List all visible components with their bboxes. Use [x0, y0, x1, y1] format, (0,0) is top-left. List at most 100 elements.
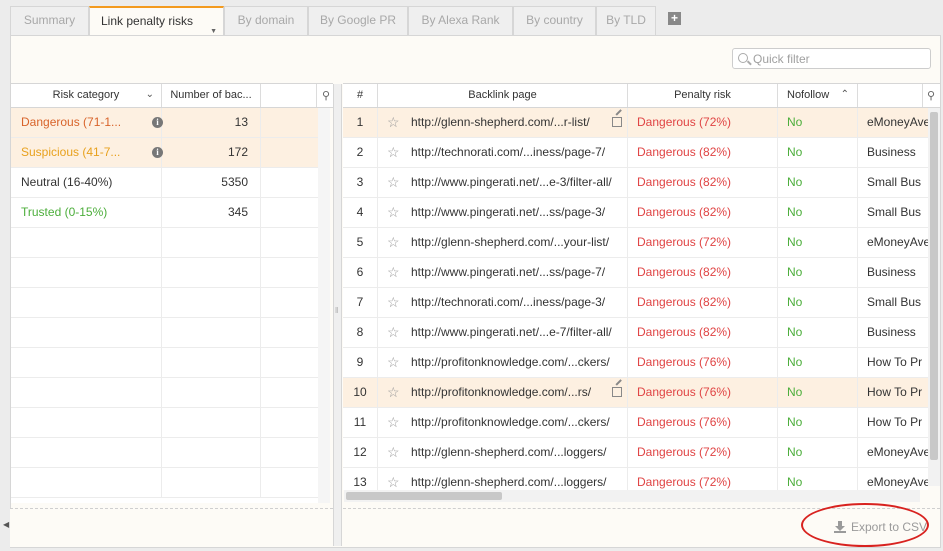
- tab-summary[interactable]: Summary: [10, 6, 89, 35]
- table-row[interactable]: Dangerous (71-1... i 13: [11, 108, 318, 138]
- backlink-url[interactable]: http://glenn-shepherd.com/...r-list/: [411, 108, 590, 137]
- table-row[interactable]: 7 ☆ http://technorati.com/...iness/page-…: [343, 288, 928, 318]
- row-number: 8: [343, 318, 378, 347]
- tab-by-domain[interactable]: By domain: [224, 6, 308, 35]
- wrench-icon[interactable]: ⚲: [927, 89, 935, 102]
- star-icon[interactable]: ☆: [387, 408, 400, 437]
- sort-ascending-icon[interactable]: ⌃: [841, 84, 849, 106]
- table-row[interactable]: 8 ☆ http://www.pingerati.net/...e-7/filt…: [343, 318, 928, 348]
- table-row[interactable]: 5 ☆ http://glenn-shepherd.com/...your-li…: [343, 228, 928, 258]
- backlink-url[interactable]: http://profitonknowledge.com/...rs/: [411, 378, 591, 407]
- backlink-url[interactable]: http://www.pingerati.net/...e-7/filter-a…: [411, 318, 612, 347]
- external-link-icon[interactable]: [612, 117, 622, 127]
- star-icon[interactable]: ☆: [387, 438, 400, 467]
- table-row[interactable]: 2 ☆ http://technorati.com/...iness/page-…: [343, 138, 928, 168]
- left-table-header: Risk category ⌄ Number of bac... ⚲: [11, 83, 333, 108]
- table-row[interactable]: Suspicious (41-7... i 172: [11, 138, 318, 168]
- backlink-url[interactable]: http://technorati.com/...iness/page-7/: [411, 138, 605, 167]
- nofollow-cell: No: [778, 168, 858, 197]
- row-number: 10: [343, 378, 378, 407]
- table-row[interactable]: 4 ☆ http://www.pingerati.net/...ss/page-…: [343, 198, 928, 228]
- quick-filter[interactable]: [732, 48, 931, 69]
- wrench-icon[interactable]: ⚲: [322, 89, 330, 102]
- column-header-empty: [261, 84, 317, 107]
- star-icon[interactable]: ☆: [387, 318, 400, 347]
- star-icon[interactable]: ☆: [387, 108, 400, 137]
- vertical-scrollbar[interactable]: [928, 108, 940, 486]
- empty-row: [11, 468, 318, 498]
- table-row[interactable]: 12 ☆ http://glenn-shepherd.com/...logger…: [343, 438, 928, 468]
- star-icon[interactable]: ☆: [387, 378, 400, 407]
- scrollbar-thumb[interactable]: [930, 112, 938, 460]
- extra-cell: Small Bus: [867, 205, 922, 219]
- backlink-url[interactable]: http://technorati.com/...iness/page-3/: [411, 288, 605, 317]
- left-scrollbar[interactable]: [318, 108, 330, 503]
- nofollow-cell: No: [778, 228, 858, 257]
- table-row[interactable]: 6 ☆ http://www.pingerati.net/...ss/page-…: [343, 258, 928, 288]
- star-icon[interactable]: ☆: [387, 228, 400, 257]
- right-table-header: # Backlink page Penalty risk Nofollow ⌃ …: [343, 83, 940, 108]
- extra-cell: eMoneyAve: [867, 115, 928, 129]
- table-row[interactable]: 10 ☆ http://profitonknowledge.com/...rs/…: [343, 378, 928, 408]
- star-icon[interactable]: ☆: [387, 138, 400, 167]
- panel-splitter[interactable]: ‖: [333, 84, 342, 546]
- column-header-number[interactable]: #: [343, 84, 378, 107]
- nofollow-cell: No: [778, 288, 858, 317]
- penalty-risk-cell: Dangerous (72%): [628, 468, 778, 490]
- table-row[interactable]: 9 ☆ http://profitonknowledge.com/...cker…: [343, 348, 928, 378]
- row-number: 2: [343, 138, 378, 167]
- nofollow-cell: No: [778, 468, 858, 490]
- penalty-risk-cell: Dangerous (76%): [628, 408, 778, 437]
- column-header-nofollow[interactable]: Nofollow ⌃: [778, 84, 858, 107]
- table-row[interactable]: 1 ☆ http://glenn-shepherd.com/...r-list/…: [343, 108, 928, 138]
- backlink-url[interactable]: http://www.pingerati.net/...ss/page-7/: [411, 258, 605, 287]
- backlink-url[interactable]: http://www.pingerati.net/...ss/page-3/: [411, 198, 605, 227]
- column-header-label: Risk category: [52, 89, 120, 101]
- table-row[interactable]: Neutral (16-40%) 5350: [11, 168, 318, 198]
- quick-filter-input[interactable]: [753, 51, 923, 66]
- star-icon[interactable]: ☆: [387, 288, 400, 317]
- penalty-risk-cell: Dangerous (76%): [628, 378, 778, 407]
- external-link-icon[interactable]: [612, 387, 622, 397]
- risk-category-cell: Neutral (16-40%): [11, 168, 162, 197]
- empty-row: [11, 228, 318, 258]
- table-row[interactable]: 11 ☆ http://profitonknowledge.com/...cke…: [343, 408, 928, 438]
- star-icon[interactable]: ☆: [387, 258, 400, 287]
- add-tab-icon[interactable]: +: [668, 12, 681, 25]
- backlink-url[interactable]: http://glenn-shepherd.com/...your-list/: [411, 228, 609, 257]
- tab-by-alexa-rank[interactable]: By Alexa Rank: [408, 6, 513, 35]
- tab-by-tld[interactable]: By TLD: [596, 6, 656, 35]
- column-header-label: Nofollow: [787, 89, 830, 101]
- grip-icon: ‖: [335, 306, 339, 315]
- star-icon[interactable]: ☆: [387, 468, 400, 490]
- tab-by-google-pr[interactable]: By Google PR: [308, 6, 408, 35]
- backlink-url[interactable]: http://profitonknowledge.com/...ckers/: [411, 348, 610, 377]
- scrollbar-thumb[interactable]: [346, 492, 502, 500]
- tab-by-country[interactable]: By country: [513, 6, 596, 35]
- table-row[interactable]: Trusted (0-15%) 345: [11, 198, 318, 228]
- chevron-down-icon[interactable]: ⌄: [146, 84, 154, 106]
- backlink-url[interactable]: http://profitonknowledge.com/...ckers/: [411, 408, 610, 437]
- collapse-left-icon[interactable]: ◀: [3, 520, 9, 529]
- column-header-number-of-backlinks[interactable]: Number of bac...: [162, 84, 261, 107]
- count-cell: 172: [162, 138, 261, 167]
- star-icon[interactable]: ☆: [387, 168, 400, 197]
- column-header-risk-category[interactable]: Risk category ⌄: [11, 84, 162, 107]
- table-row[interactable]: 3 ☆ http://www.pingerati.net/...e-3/filt…: [343, 168, 928, 198]
- row-number: 11: [343, 408, 378, 437]
- tab-link-penalty-risks[interactable]: Link penalty risks ▼: [89, 6, 224, 36]
- penalty-risk-cell: Dangerous (82%): [628, 138, 778, 167]
- column-header-penalty-risk[interactable]: Penalty risk: [628, 84, 778, 107]
- row-number: 7: [343, 288, 378, 317]
- table-row[interactable]: 13 ☆ http://glenn-shepherd.com/...logger…: [343, 468, 928, 490]
- column-header-extra[interactable]: [858, 84, 923, 107]
- backlink-url[interactable]: http://glenn-shepherd.com/...loggers/: [411, 438, 606, 467]
- backlink-url[interactable]: http://glenn-shepherd.com/...loggers/: [411, 468, 606, 490]
- column-header-backlink-page[interactable]: Backlink page: [378, 84, 628, 107]
- star-icon[interactable]: ☆: [387, 348, 400, 377]
- horizontal-scrollbar[interactable]: [344, 490, 920, 502]
- extra-cell: Small Bus: [867, 175, 922, 189]
- row-number: 5: [343, 228, 378, 257]
- backlink-url[interactable]: http://www.pingerati.net/...e-3/filter-a…: [411, 168, 612, 197]
- star-icon[interactable]: ☆: [387, 198, 400, 227]
